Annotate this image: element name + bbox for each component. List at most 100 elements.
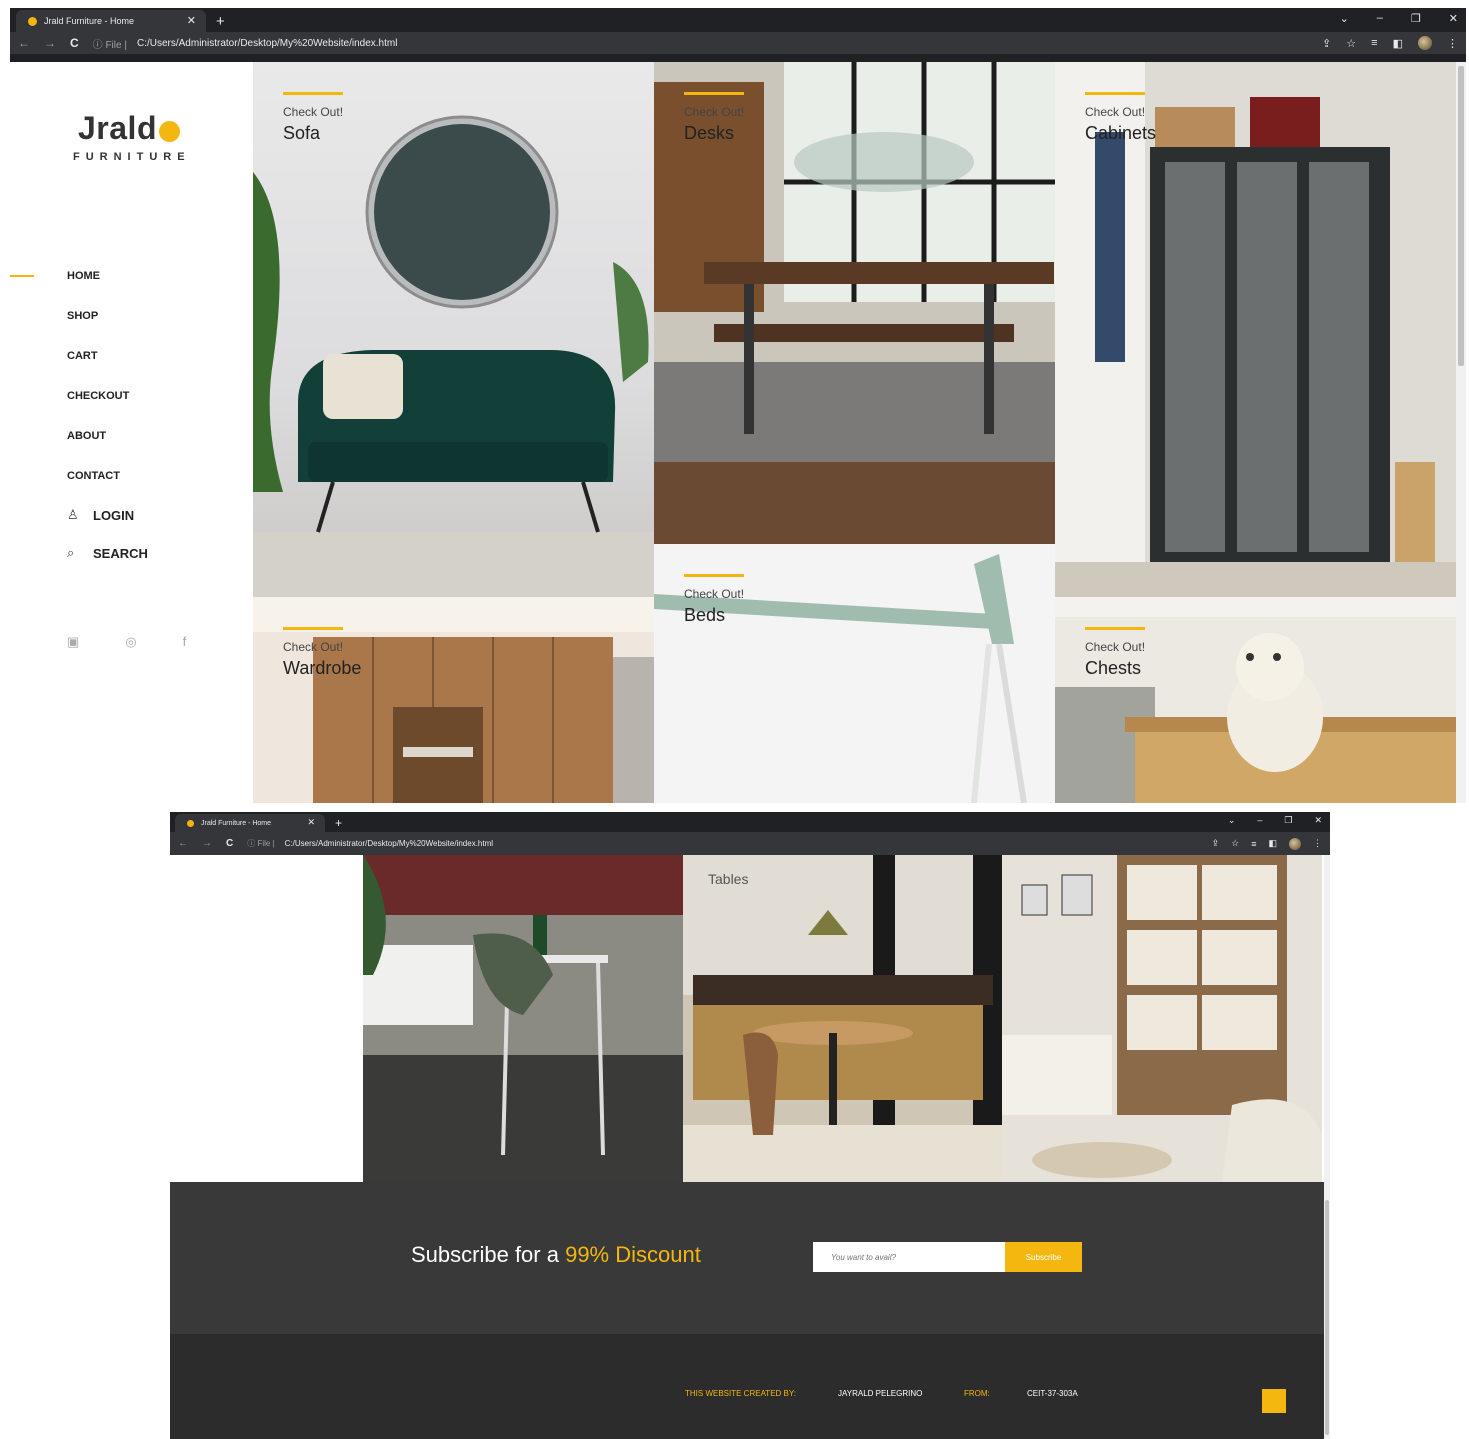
browser-window-bottom: Jrald Furniture - Home ✕ + ⌄ – ❐ ✕ ← → C… [170,812,1330,855]
share-icon[interactable]: ⇪ [1322,37,1331,50]
nav-cart[interactable]: CART [67,336,148,376]
window-controls: ⌄ – ❐ ✕ [1340,12,1458,25]
tables-illustration [683,855,1002,1182]
scrollbar-thumb[interactable] [1458,66,1464,366]
menu-dots-icon[interactable]: ⋮ [1313,838,1322,849]
check-out-text: Check Out! [1085,640,1146,654]
media-control-icon[interactable]: ≡ [1371,37,1377,49]
reload-icon[interactable]: C [226,838,233,849]
tile-cabinets[interactable]: Check Out! Cabinets [1055,62,1456,597]
close-tab-icon[interactable]: ✕ [187,14,196,27]
nav-about[interactable]: ABOUT [67,416,148,456]
accent-bar [684,574,744,577]
nav-search[interactable]: ⌕ SEARCH [67,534,148,572]
subscribe-button[interactable]: Subscribe [1005,1242,1082,1272]
toolbar-actions: ⇪ ☆ ≡ ◧ ⋮ [1322,36,1458,50]
forward-icon[interactable]: → [44,36,56,50]
tab-search-icon[interactable]: ⌄ [1340,12,1349,25]
accent-bar [684,92,744,95]
tile-outdoor[interactable] [363,855,683,1182]
forward-icon[interactable]: → [202,838,212,849]
accent-bar [1085,92,1145,95]
category-name: Chests [1085,658,1142,678]
tile-sofa[interactable]: Check Out! Sofa [253,62,654,597]
close-tab-icon[interactable]: ✕ [307,817,315,828]
window-controls: ⌄ – ❐ ✕ [1228,815,1322,826]
footer-from-label: FROM: [964,1389,990,1398]
bookmark-star-icon[interactable]: ☆ [1231,838,1239,849]
reload-icon[interactable]: C [70,36,79,50]
facebook-icon[interactable]: f [183,634,187,650]
profile-avatar[interactable] [1418,36,1432,50]
scrollbar-thumb[interactable] [1325,1200,1329,1435]
close-window-icon[interactable]: ✕ [1314,815,1322,826]
close-window-icon[interactable]: ✕ [1449,12,1458,25]
tile-label: Check Out! Chests [1085,627,1145,679]
profile-avatar[interactable] [1289,837,1301,850]
new-tab-button[interactable]: + [335,814,342,832]
address-bar[interactable]: ⓘ File | C:/Users/Administrator/Desktop/… [93,36,398,51]
restore-icon[interactable]: ❐ [1411,12,1421,25]
logo-dot-icon [158,121,180,142]
address-bar[interactable]: ⓘ File | C:/Users/Administrator/Desktop/… [247,838,493,849]
minimize-icon[interactable]: – [1257,815,1262,826]
category-name: Tables [708,871,749,887]
footer-created-label: THIS WEBSITE CREATED BY: [685,1389,796,1398]
share-icon[interactable]: ⇪ [1212,838,1220,849]
browser-tab[interactable]: Jrald Furniture - Home ✕ [16,10,206,32]
back-to-top-button[interactable]: ⌃ [1262,1389,1286,1413]
logo-subtitle: FURNITURE [73,151,191,163]
tile-beds[interactable]: Check Out! Beds [654,544,1055,803]
menu-dots-icon[interactable]: ⋮ [1447,37,1458,50]
social-links: ▣ ◎ f [67,634,186,650]
restore-icon[interactable]: ❐ [1284,815,1292,826]
accent-bar [283,627,343,630]
browser-window-top: Jrald Furniture - Home ✕ + ⌄ – ❐ ✕ ← → C… [10,8,1466,62]
scrollbar-top[interactable] [1456,62,1466,803]
tile-shelves[interactable] [1002,855,1322,1182]
subscribe-email-input[interactable] [813,1242,1005,1272]
category-name: Desks [684,123,735,143]
tab-search-icon[interactable]: ⌄ [1228,815,1236,826]
browser-toolbar: ← → C ⓘ File | C:/Users/Administrator/De… [170,832,1330,855]
tile-label: Check Out! Beds [684,574,744,626]
tile-label: Check Out! Cabinets [1085,92,1156,144]
url-text[interactable]: C:/Users/Administrator/Desktop/My%20Webs… [285,839,493,848]
side-panel-icon[interactable]: ◧ [1268,838,1277,849]
tile-tables[interactable]: Tables [683,855,1002,1182]
back-icon[interactable]: ← [18,36,30,50]
logo[interactable]: Jrald FURNITURE [73,110,191,163]
site-info-icon[interactable]: ⓘ File | [93,36,127,51]
bookmark-star-icon[interactable]: ☆ [1346,37,1356,50]
youtube-icon[interactable]: ▣ [67,634,79,650]
scrollbar-bottom[interactable] [1324,855,1330,1439]
logo-word: Jrald [78,110,157,146]
side-panel-icon[interactable]: ◧ [1393,37,1403,50]
main-nav: HOME SHOP CART CHECKOUT ABOUT CONTACT ♙ L… [67,256,148,572]
tile-label: Check Out! Desks [684,92,744,144]
tile-chests[interactable]: Check Out! Chests [1055,597,1456,803]
back-icon[interactable]: ← [178,838,188,849]
instagram-icon[interactable]: ◎ [125,634,136,650]
url-text[interactable]: C:/Users/Administrator/Desktop/My%20Webs… [137,38,397,49]
page-top: Jrald FURNITURE HOME SHOP CART CHECKOUT … [10,62,1466,803]
site-info-icon[interactable]: ⓘ File | [247,838,274,849]
discount-highlight: 99% Discount [565,1242,701,1267]
toolbar-actions: ⇪ ☆ ≡ ◧ ⋮ [1212,837,1322,850]
sidebar: Jrald FURNITURE HOME SHOP CART CHECKOUT … [10,62,253,803]
nav-contact[interactable]: CONTACT [67,456,148,496]
nav-home[interactable]: HOME [67,256,148,296]
shelves-illustration [1002,855,1322,1182]
tile-wardrobe[interactable]: Check Out! Wardrobe [253,597,654,803]
minimize-icon[interactable]: – [1377,12,1383,25]
new-tab-button[interactable]: + [216,10,225,32]
browser-tab[interactable]: Jrald Furniture - Home ✕ [175,814,325,832]
category-name: Wardrobe [283,658,362,678]
nav-shop[interactable]: SHOP [67,296,148,336]
tile-label: Check Out! Wardrobe [283,627,361,679]
media-control-icon[interactable]: ≡ [1251,839,1256,849]
nav-checkout[interactable]: CHECKOUT [67,376,148,416]
tile-desks[interactable]: Check Out! Desks [654,62,1055,544]
check-out-text: Check Out! [283,105,344,119]
nav-login[interactable]: ♙ LOGIN [67,496,148,534]
